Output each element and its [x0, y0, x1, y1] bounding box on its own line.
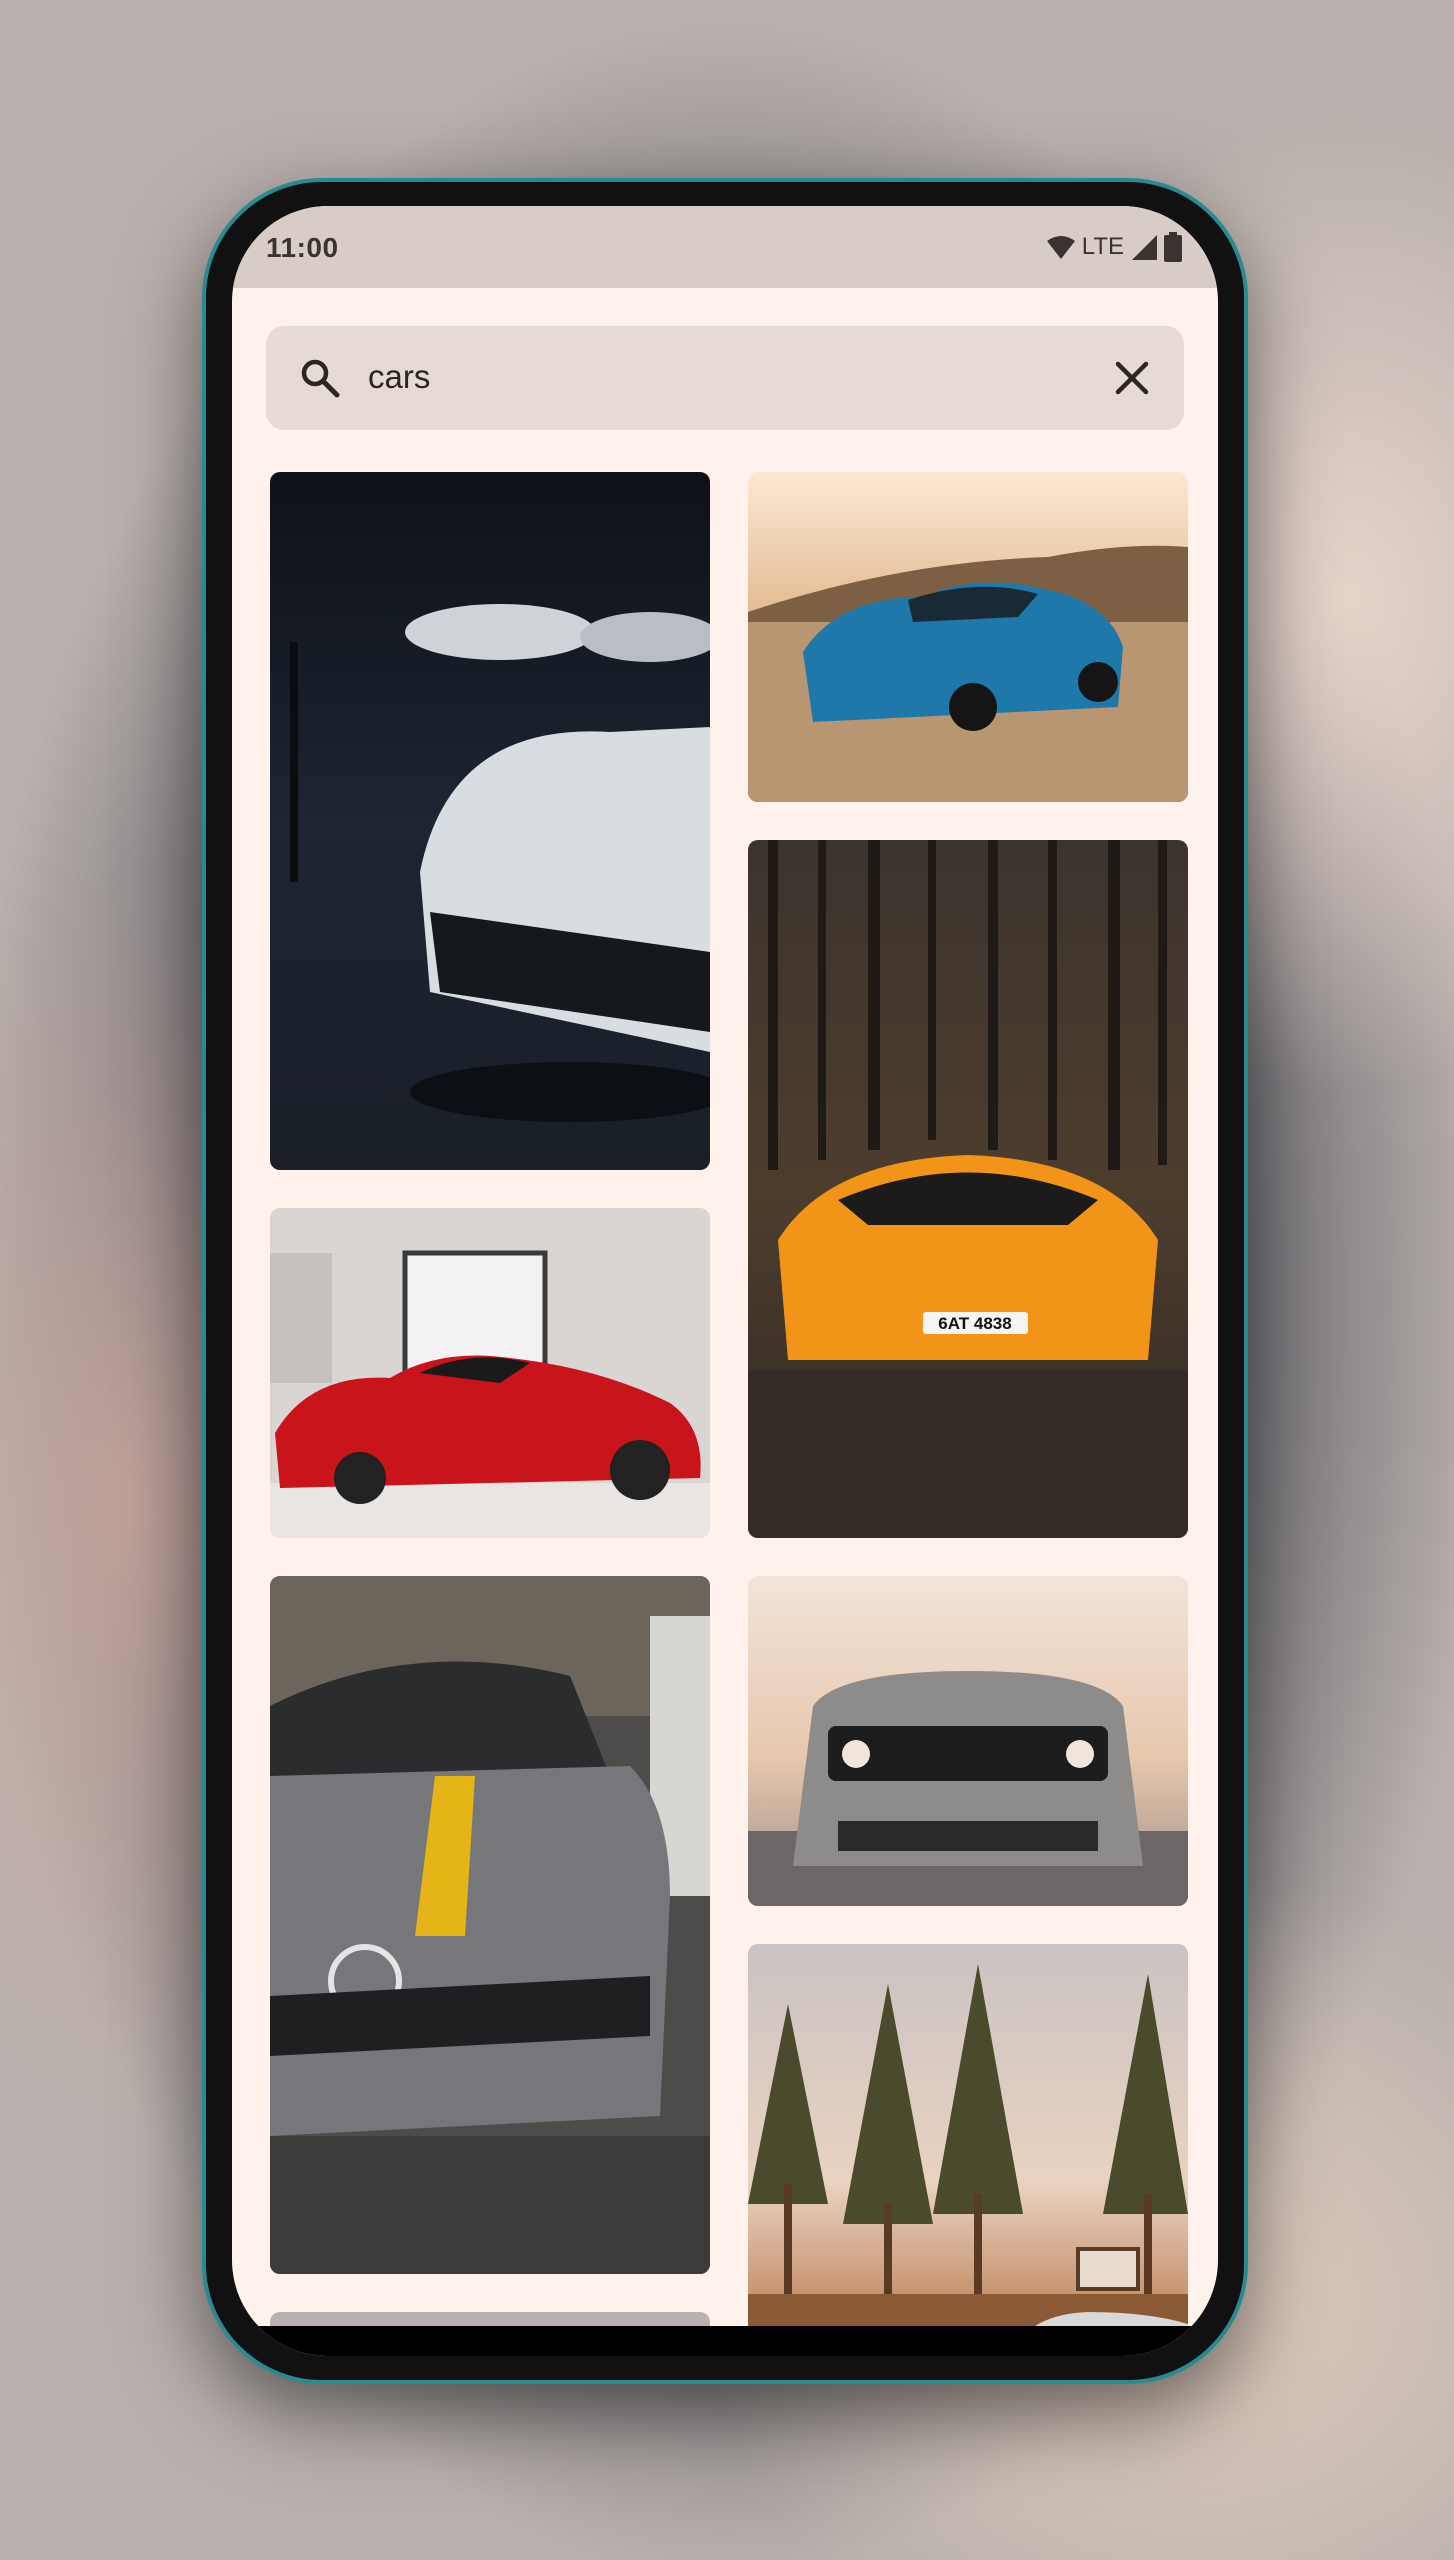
wifi-icon — [1046, 236, 1075, 259]
blue-camaro-image — [748, 472, 1188, 802]
status-time: 11:00 — [266, 232, 339, 263]
result-image-6[interactable] — [748, 1576, 1188, 1906]
grey-mercedes-image — [270, 1576, 710, 2274]
red-ferrari-image — [270, 1208, 710, 1538]
status-bar: 11:00 LTE — [232, 206, 1218, 288]
result-image-1[interactable] — [270, 472, 710, 1170]
bottom-edge — [232, 2326, 1218, 2356]
pine-forest-image — [748, 1944, 1188, 2342]
search-bar[interactable]: cars — [266, 326, 1184, 430]
result-image-2[interactable] — [748, 472, 1188, 802]
orange-lamborghini-image: 6AT 4838 — [748, 840, 1188, 1538]
screen: 11:00 LTE cars 6AT 4838 — [232, 206, 1218, 2356]
search-input[interactable]: cars — [368, 358, 430, 396]
signal-icon — [1132, 235, 1157, 260]
battery-icon — [1164, 232, 1182, 262]
garage-cars-image — [270, 472, 710, 1170]
result-image-3[interactable]: 6AT 4838 — [748, 840, 1188, 1538]
phone-frame: 11:00 LTE cars 6AT 4838 — [202, 178, 1248, 2384]
svg-text:6AT 4838: 6AT 4838 — [938, 1314, 1011, 1333]
grey-challenger-image — [748, 1576, 1188, 1906]
network-type: LTE — [1081, 233, 1124, 260]
result-image-7[interactable] — [748, 1944, 1188, 2342]
status-icons: LTE — [1046, 232, 1182, 262]
search-icon[interactable] — [298, 356, 342, 400]
result-image-5[interactable] — [270, 1576, 710, 2274]
result-image-4[interactable] — [270, 1208, 710, 1538]
close-icon[interactable] — [1110, 356, 1154, 400]
